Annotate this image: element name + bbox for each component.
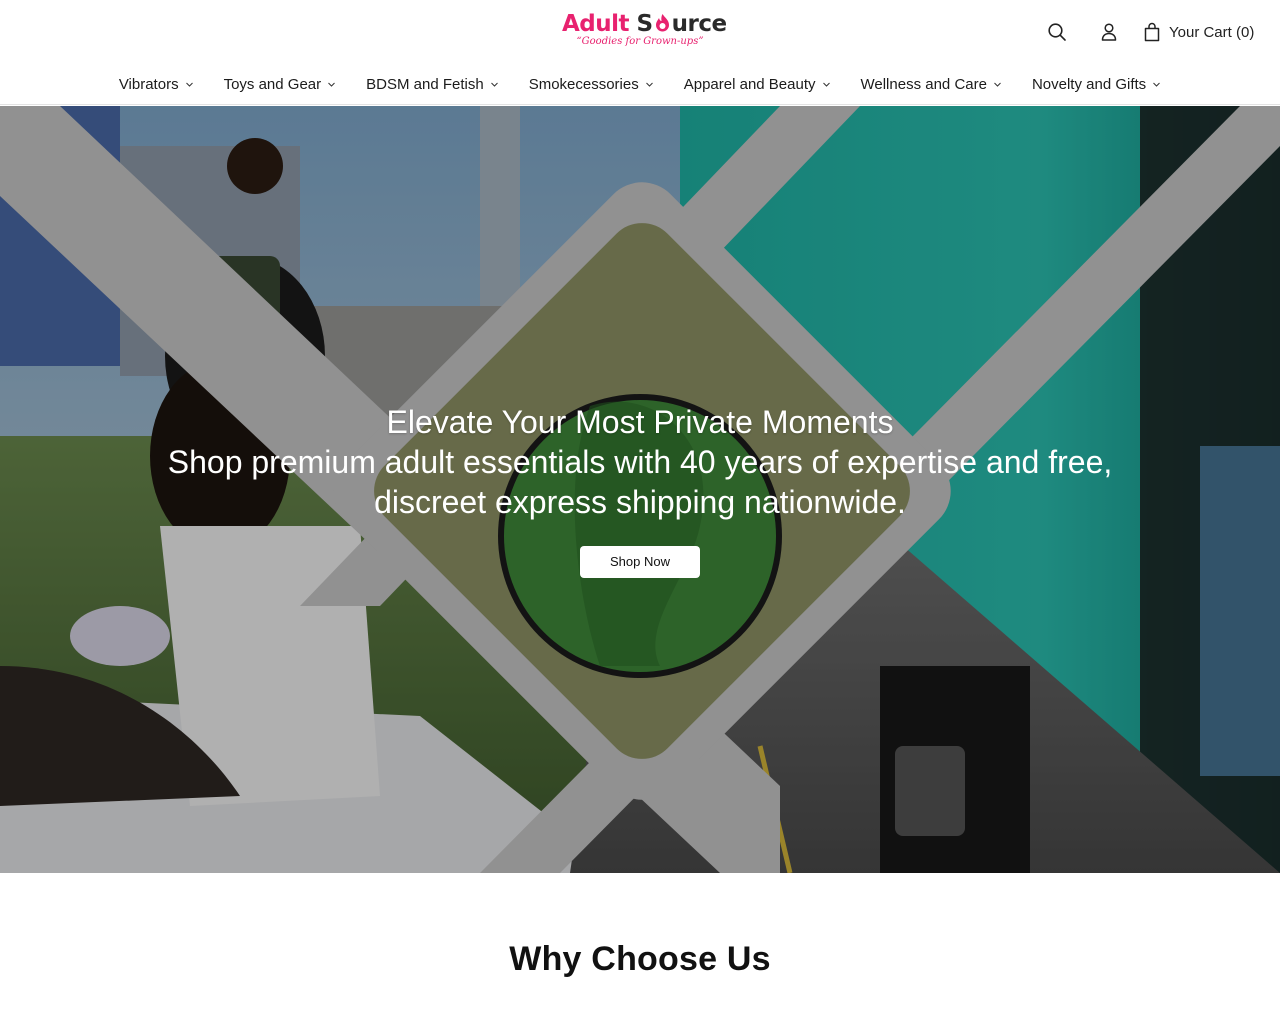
chevron-down-icon xyxy=(994,82,1001,87)
shop-now-button[interactable]: Shop Now xyxy=(580,546,700,578)
search-button[interactable] xyxy=(1046,21,1068,43)
chevron-down-icon xyxy=(328,82,335,87)
chevron-down-icon xyxy=(1153,82,1161,87)
logo-word-s: S xyxy=(636,11,654,37)
cart-label: Your Cart (0) xyxy=(1169,23,1255,41)
nav-item-vibrators[interactable]: Vibrators xyxy=(119,72,194,96)
main-navigation: Vibrators Toys and Gear BDSM and Fetish … xyxy=(0,72,1280,98)
nav-item-label: Smokecessories xyxy=(528,75,639,93)
chevron-down-icon xyxy=(645,82,653,87)
nav-item-wellness-and-care[interactable]: Wellness and Care xyxy=(861,72,1002,96)
hero-subtitle: Shop premium adult essentials with 40 ye… xyxy=(167,444,1113,520)
logo-word-adult: Adult xyxy=(562,11,630,37)
nav-item-label: Wellness and Care xyxy=(860,75,987,93)
hero-banner: Elevate Your Most Private Moments Shop p… xyxy=(0,106,1280,873)
logo-tagline: “Goodies for Grown-ups” xyxy=(576,36,704,47)
nav-item-apparel-and-beauty[interactable]: Apparel and Beauty xyxy=(684,72,831,96)
nav-item-label: Apparel and Beauty xyxy=(683,75,816,93)
nav-item-novelty-and-gifts[interactable]: Novelty and Gifts xyxy=(1032,72,1161,96)
chevron-down-icon xyxy=(822,82,830,87)
logo-wordmark: Adult Surce xyxy=(562,10,727,38)
chevron-down-icon xyxy=(185,82,193,87)
account-button[interactable] xyxy=(1098,21,1120,43)
why-choose-us-heading: Why Choose Us xyxy=(509,940,771,978)
chevron-down-icon xyxy=(490,82,498,87)
nav-item-bdsm-and-fetish[interactable]: BDSM and Fetish xyxy=(366,72,499,96)
nav-item-smokecessories[interactable]: Smokecessories xyxy=(529,72,654,96)
cart-button[interactable]: Your Cart (0) xyxy=(1143,21,1254,43)
nav-item-label: BDSM and Fetish xyxy=(366,75,484,93)
nav-item-toys-and-gear[interactable]: Toys and Gear xyxy=(224,72,337,96)
flame-icon xyxy=(655,14,669,32)
search-icon xyxy=(1048,23,1066,41)
shopping-bag-icon xyxy=(1144,22,1160,42)
nav-item-label: Novelty and Gifts xyxy=(1031,75,1147,93)
site-header: Adult Surce “Goodies for Grown-ups” Your… xyxy=(0,0,1280,105)
nav-item-label: Vibrators xyxy=(118,75,179,93)
nav-item-label: Toys and Gear xyxy=(223,75,322,93)
user-icon xyxy=(1101,23,1117,41)
brand-logo[interactable]: Adult Surce “Goodies for Grown-ups” xyxy=(562,10,727,54)
hero-content: Elevate Your Most Private Moments Shop p… xyxy=(0,402,1280,578)
hero-title: Elevate Your Most Private Moments xyxy=(386,404,894,440)
logo-word-urce: urce xyxy=(671,11,727,37)
